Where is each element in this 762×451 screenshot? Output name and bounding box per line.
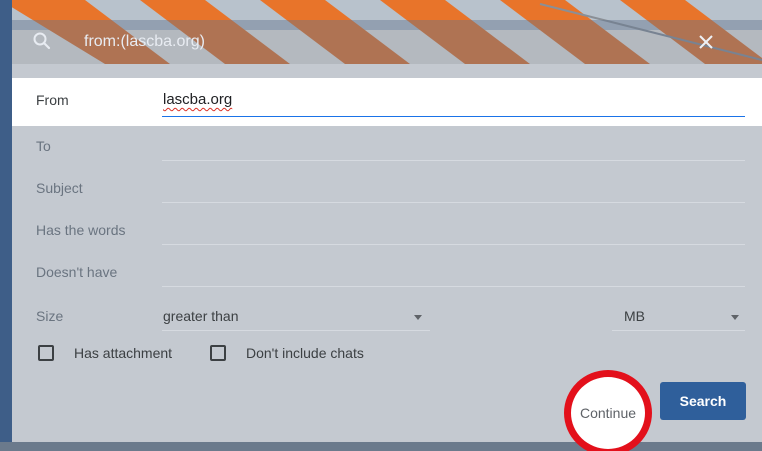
has-attachment-label[interactable]: Has attachment — [74, 345, 172, 361]
has-attachment-checkbox[interactable] — [38, 345, 54, 361]
doesnt-have-label: Doesn't have — [36, 264, 118, 280]
size-label: Size — [36, 308, 64, 324]
to-label: To — [36, 138, 51, 154]
has-words-input[interactable] — [162, 244, 745, 245]
advanced-search-panel: From lascba.org To Subject Has the words… — [12, 64, 762, 451]
options-row: Has attachment Don't include chats — [12, 342, 762, 366]
doesnt-have-input[interactable] — [162, 286, 745, 287]
size-operator-caret-icon[interactable] — [414, 315, 422, 320]
from-row: From lascba.org — [12, 78, 762, 126]
from-input-underline — [162, 116, 745, 117]
search-query-text[interactable]: from:(lascba.org) — [84, 33, 205, 51]
from-label: From — [36, 92, 69, 108]
has-words-label: Has the words — [36, 222, 126, 238]
subject-label: Subject — [36, 180, 83, 196]
size-operator-select[interactable]: greater than — [163, 308, 239, 324]
search-button[interactable]: Search — [660, 382, 746, 420]
dont-include-chats-label[interactable]: Don't include chats — [246, 345, 364, 361]
size-unit-select[interactable]: MB — [624, 308, 645, 324]
dont-include-chats-checkbox[interactable] — [210, 345, 226, 361]
close-icon[interactable] — [695, 31, 717, 53]
size-row: Size greater than MB — [12, 296, 762, 338]
continue-button[interactable]: Continue — [564, 370, 652, 451]
from-input[interactable]: lascba.org — [163, 91, 232, 108]
to-input[interactable] — [162, 160, 745, 161]
subject-input[interactable] — [162, 202, 745, 203]
doesnt-have-row[interactable]: Doesn't have — [12, 252, 762, 294]
size-operator-underline — [162, 330, 430, 331]
subject-row[interactable]: Subject — [12, 168, 762, 210]
size-unit-caret-icon[interactable] — [731, 315, 739, 320]
to-row[interactable]: To — [12, 126, 762, 168]
has-words-row[interactable]: Has the words — [12, 210, 762, 252]
search-bar[interactable]: from:(lascba.org) — [12, 20, 762, 64]
search-icon[interactable] — [32, 31, 52, 51]
size-unit-underline — [612, 330, 745, 331]
